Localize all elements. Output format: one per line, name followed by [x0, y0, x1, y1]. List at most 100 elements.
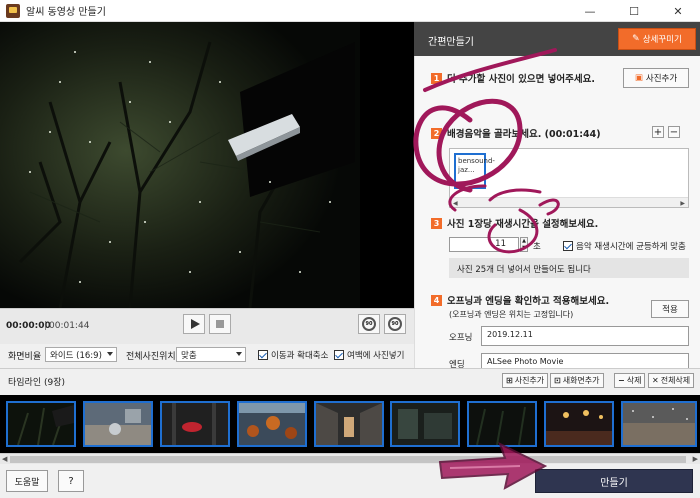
step-2-text: 배경음악을 골라보세요. (00:01:44)	[447, 129, 601, 140]
time-separator: |	[44, 321, 48, 331]
app-icon	[6, 3, 20, 18]
play-button[interactable]	[183, 314, 205, 334]
timeline-thumbnail[interactable]	[314, 401, 384, 447]
step-number: 2	[431, 127, 442, 139]
play-icon	[190, 319, 200, 329]
margin-photo-checkbox[interactable]: 여백에 사진넣기	[334, 349, 404, 361]
music-list: bensound-jaz... ◀ ▶	[449, 148, 689, 208]
add-photo-button[interactable]: ▣ 사진추가	[623, 68, 689, 88]
timeline-thumbnail[interactable]	[6, 401, 76, 447]
add-photo-icon: ▣	[634, 73, 643, 83]
rotate-left-icon: 90	[362, 317, 376, 331]
delete-label: 삭제	[626, 376, 642, 385]
minus-icon: −	[618, 376, 625, 385]
step-3: 3 사진 1장당 재생시간을 설정해보세요.	[431, 216, 598, 230]
step-1: 1 더 추가할 사진이 있으면 넣어주세요.	[431, 71, 595, 85]
rotate-left-button[interactable]: 90	[358, 314, 380, 334]
step-4: 4 오프닝과 엔딩을 확인하고 적용해보세요.	[431, 293, 609, 307]
easy-make-panel: 간편만들기 ✎ 상세꾸미기 1 더 추가할 사진이 있으면 넣어주세요. ▣ 사…	[414, 22, 700, 370]
delete-all-label: 전체삭제	[660, 376, 691, 385]
add-music-button[interactable]: +	[652, 126, 664, 138]
options-row: 화면비율 와이드 (16:9) 전체사진위치 맞춤 이동과 확대축소 여백에 사…	[0, 344, 414, 368]
add-photo-icon: ⊞	[506, 376, 513, 385]
checkbox-icon	[258, 350, 268, 360]
aspect-label: 화면비율	[8, 352, 42, 362]
timeline-thumbnail[interactable]	[160, 401, 230, 447]
scroll-right-icon[interactable]: ▶	[680, 200, 685, 207]
music-scrollbar[interactable]: ◀ ▶	[450, 197, 688, 207]
seconds-spinner[interactable]: ▲ ▼	[520, 237, 528, 252]
chevron-down-icon	[236, 352, 242, 356]
step-1-text: 더 추가할 사진이 있으면 넣어주세요.	[447, 74, 595, 85]
scroll-right-icon[interactable]: ▶	[693, 455, 698, 463]
panel-body: 1 더 추가할 사진이 있으면 넣어주세요. ▣ 사진추가 2 배경음악을 골라…	[414, 56, 700, 370]
window-title: 알씨 동영상 만들기	[26, 7, 106, 18]
position-label: 전체사진위치	[126, 352, 176, 362]
aspect-value: 와이드 (16:9)	[50, 351, 102, 361]
new-screen-button[interactable]: ⊡ 새화면추가	[550, 373, 604, 388]
close-button[interactable]: ✕	[656, 0, 700, 22]
help-button[interactable]: 도움말	[6, 470, 48, 492]
timeline-add-photo-label: 사진추가	[514, 376, 545, 385]
question-button[interactable]: ?	[58, 470, 84, 492]
new-screen-label: 새화면추가	[562, 376, 600, 385]
panel-header: 간편만들기 ✎ 상세꾸미기	[414, 22, 700, 56]
step-4-subtext: (오프닝과 엔딩은 위치는 고정입니다)	[449, 310, 574, 319]
position-value: 맞춤	[181, 351, 197, 361]
rotate-right-button[interactable]: 90	[384, 314, 406, 334]
apply-button[interactable]: 적용	[651, 300, 689, 318]
music-item[interactable]: bensound-jaz...	[454, 153, 495, 189]
step-3-text: 사진 1장당 재생시간을 설정해보세요.	[447, 219, 599, 230]
timeline-thumbnail[interactable]	[467, 401, 537, 447]
aspect-select[interactable]: 와이드 (16:9)	[45, 347, 117, 362]
ending-field[interactable]: ALSee Photo Movie	[481, 353, 689, 368]
timeline: 타임라인 (9장) ⊞ 사진추가 ⊡ 새화면추가 − 삭제 ✕ 전체삭제 ◀ ▶	[0, 368, 700, 465]
playback-bar: 00:00:00 | 00:01:44 90 90	[0, 308, 414, 344]
make-button[interactable]: 만들기	[535, 469, 693, 493]
stop-icon	[216, 320, 224, 328]
total-time: 00:01:44	[49, 321, 90, 331]
delete-button[interactable]: − 삭제	[614, 373, 646, 388]
pan-zoom-label: 이동과 확대축소	[271, 351, 329, 361]
scroll-left-icon[interactable]: ◀	[2, 455, 7, 463]
panel-title: 간편만들기	[428, 37, 474, 48]
pan-zoom-checkbox[interactable]: 이동과 확대축소	[258, 349, 328, 361]
opening-field[interactable]: 2019.12.11	[481, 326, 689, 346]
rotate-right-icon: 90	[388, 317, 402, 331]
fit-music-label: 음악 재생시간에 균등하게 맞춤	[576, 242, 686, 252]
maximize-button[interactable]: ☐	[612, 0, 656, 22]
timeline-thumbnail[interactable]	[83, 401, 153, 447]
title-bar: 알씨 동영상 만들기 — ☐ ✕	[0, 0, 700, 22]
seconds-unit: 초	[533, 242, 541, 252]
scrollbar-thumb[interactable]	[10, 456, 686, 463]
bottom-bar: 도움말 ? 만들기	[0, 464, 700, 498]
delete-all-button[interactable]: ✕ 전체삭제	[648, 373, 695, 388]
chevron-down-icon	[107, 352, 113, 356]
scroll-left-icon[interactable]: ◀	[453, 200, 458, 207]
minimize-button[interactable]: —	[568, 0, 612, 22]
step-number: 4	[431, 294, 442, 306]
fit-music-checkbox[interactable]: 음악 재생시간에 균등하게 맞춤	[563, 240, 686, 252]
video-preview	[0, 22, 414, 308]
detail-decorate-label: 상세꾸미기	[642, 35, 682, 45]
stop-button[interactable]	[209, 314, 231, 334]
step-4-text: 오프닝과 엔딩을 확인하고 적용해보세요.	[447, 296, 610, 307]
seconds-input[interactable]: 11	[449, 237, 519, 252]
step-number: 1	[431, 72, 442, 84]
timeline-thumbnail[interactable]	[237, 401, 307, 447]
opening-label: 오프닝	[449, 333, 473, 343]
remove-music-button[interactable]: −	[668, 126, 680, 138]
new-screen-icon: ⊡	[554, 376, 561, 385]
timeline-thumbnail[interactable]	[544, 401, 614, 447]
hint-box: 사진 25개 더 넣어서 만들어도 됩니다	[449, 258, 689, 278]
preview-image	[0, 22, 414, 308]
detail-decorate-button[interactable]: ✎ 상세꾸미기	[618, 28, 696, 50]
timeline-thumbnail[interactable]	[621, 401, 697, 447]
checkbox-icon	[334, 350, 344, 360]
position-select[interactable]: 맞춤	[176, 347, 246, 362]
checkbox-icon	[563, 241, 573, 251]
margin-photo-label: 여백에 사진넣기	[347, 351, 405, 361]
timeline-thumbnail[interactable]	[390, 401, 460, 447]
timeline-title: 타임라인 (9장)	[8, 378, 66, 388]
timeline-add-photo-button[interactable]: ⊞ 사진추가	[502, 373, 549, 388]
